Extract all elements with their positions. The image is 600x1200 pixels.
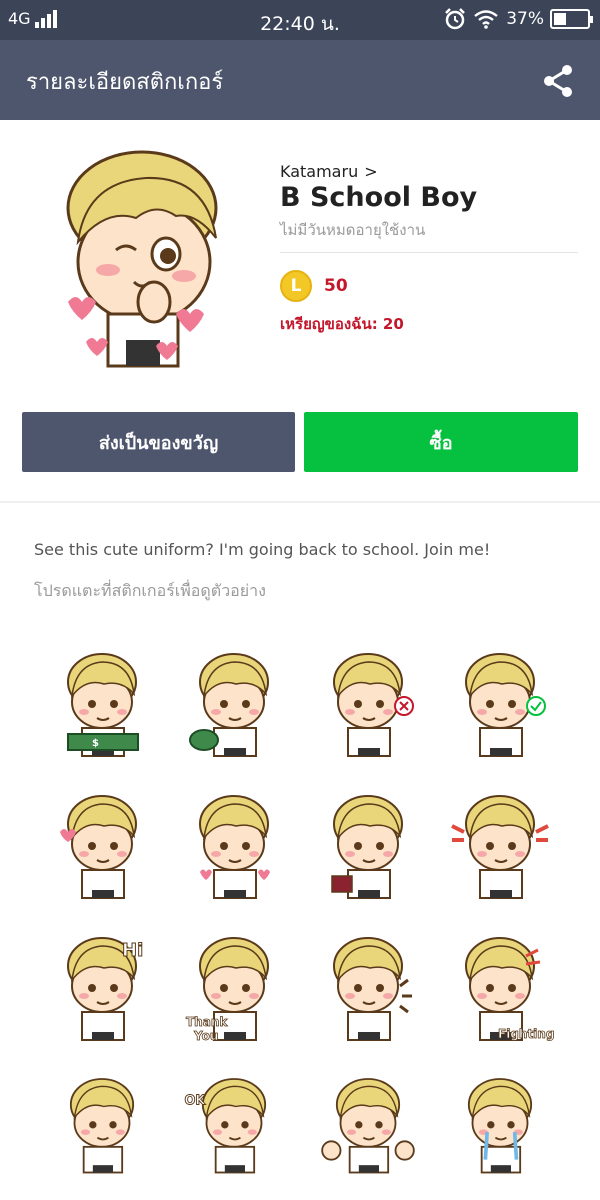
buy-button[interactable]: ซื้อ <box>304 412 578 472</box>
battery-percent: 37% <box>506 9 544 29</box>
sticker-item[interactable] <box>42 1068 162 1178</box>
sticker-item[interactable]: Thank You <box>174 926 294 1046</box>
sticker-item[interactable]: $ <box>42 642 162 762</box>
sticker-item[interactable] <box>308 642 428 762</box>
sticker-item[interactable] <box>174 642 294 762</box>
sticker-image <box>465 653 546 757</box>
sticker-image: OK <box>184 1078 267 1174</box>
sticker-image <box>333 937 412 1041</box>
battery-level <box>554 13 566 25</box>
preview-hint: โปรดแตะที่สติกเกอร์เพื่อดูตัวอย่าง <box>34 581 266 600</box>
sticker-image <box>451 795 549 899</box>
sticker-description: See this cute uniform? I'm going back to… <box>34 540 491 559</box>
svg-text:Hi: Hi <box>122 940 143 961</box>
svg-text:$: $ <box>92 738 99 749</box>
validity-text: ไม่มีวันหมดอายุใช้งาน <box>280 221 426 239</box>
sticker-image <box>189 653 269 757</box>
sticker-item[interactable] <box>308 926 428 1046</box>
sticker-item[interactable]: OK <box>174 1068 294 1178</box>
status-bar: 4G 22:40 น. 37% <box>0 0 600 40</box>
main-sticker-image <box>66 150 218 368</box>
alarm-icon <box>445 8 466 30</box>
my-coins-balance: เหรียญของฉัน: 20 <box>280 315 404 333</box>
sticker-image <box>199 795 270 899</box>
sticker-item[interactable] <box>440 642 560 762</box>
sticker-item[interactable] <box>42 784 162 904</box>
app-header: รายละเอียดสติกเกอร์ <box>0 40 600 120</box>
share-icon[interactable] <box>542 64 574 98</box>
battery-icon <box>550 9 593 29</box>
sticker-item[interactable] <box>174 784 294 904</box>
sticker-image <box>60 795 137 899</box>
sticker-image: $ <box>67 653 139 757</box>
coin-icon: L <box>280 270 312 302</box>
sticker-image: Fighting <box>465 937 555 1041</box>
info-divider <box>280 252 578 253</box>
sticker-item[interactable] <box>440 1068 560 1178</box>
sticker-item[interactable]: Fighting <box>440 926 560 1046</box>
status-icons: 37% <box>444 8 593 30</box>
sticker-image <box>333 653 414 757</box>
send-as-gift-button[interactable]: ส่งเป็นของขวัญ <box>22 412 295 472</box>
sticker-item[interactable] <box>308 784 428 904</box>
creator-name: Katamaru <box>280 162 359 181</box>
sticker-title: B School Boy <box>280 182 478 213</box>
sticker-image <box>321 1078 415 1174</box>
sticker-item[interactable] <box>308 1068 428 1178</box>
sticker-item[interactable]: Hi <box>42 926 162 1046</box>
sticker-item[interactable] <box>440 784 560 904</box>
sticker-image <box>467 1078 533 1174</box>
sticker-image: ThankYou <box>186 937 269 1043</box>
svg-text:You: You <box>193 1029 218 1043</box>
svg-text:Thank: Thank <box>186 1015 228 1029</box>
sticker-image <box>69 1078 135 1174</box>
svg-text:Fighting: Fighting <box>498 1027 554 1041</box>
price: 50 <box>324 276 348 296</box>
page-title: รายละเอียดสติกเกอร์ <box>26 70 224 95</box>
chevron-right-icon: > <box>364 162 378 181</box>
creator-link[interactable]: Katamaru > <box>280 162 378 181</box>
sticker-image <box>331 795 403 899</box>
wifi-icon <box>474 10 498 29</box>
sticker-image: Hi <box>67 937 144 1041</box>
section-divider <box>0 501 600 503</box>
svg-text:OK: OK <box>185 1094 207 1109</box>
